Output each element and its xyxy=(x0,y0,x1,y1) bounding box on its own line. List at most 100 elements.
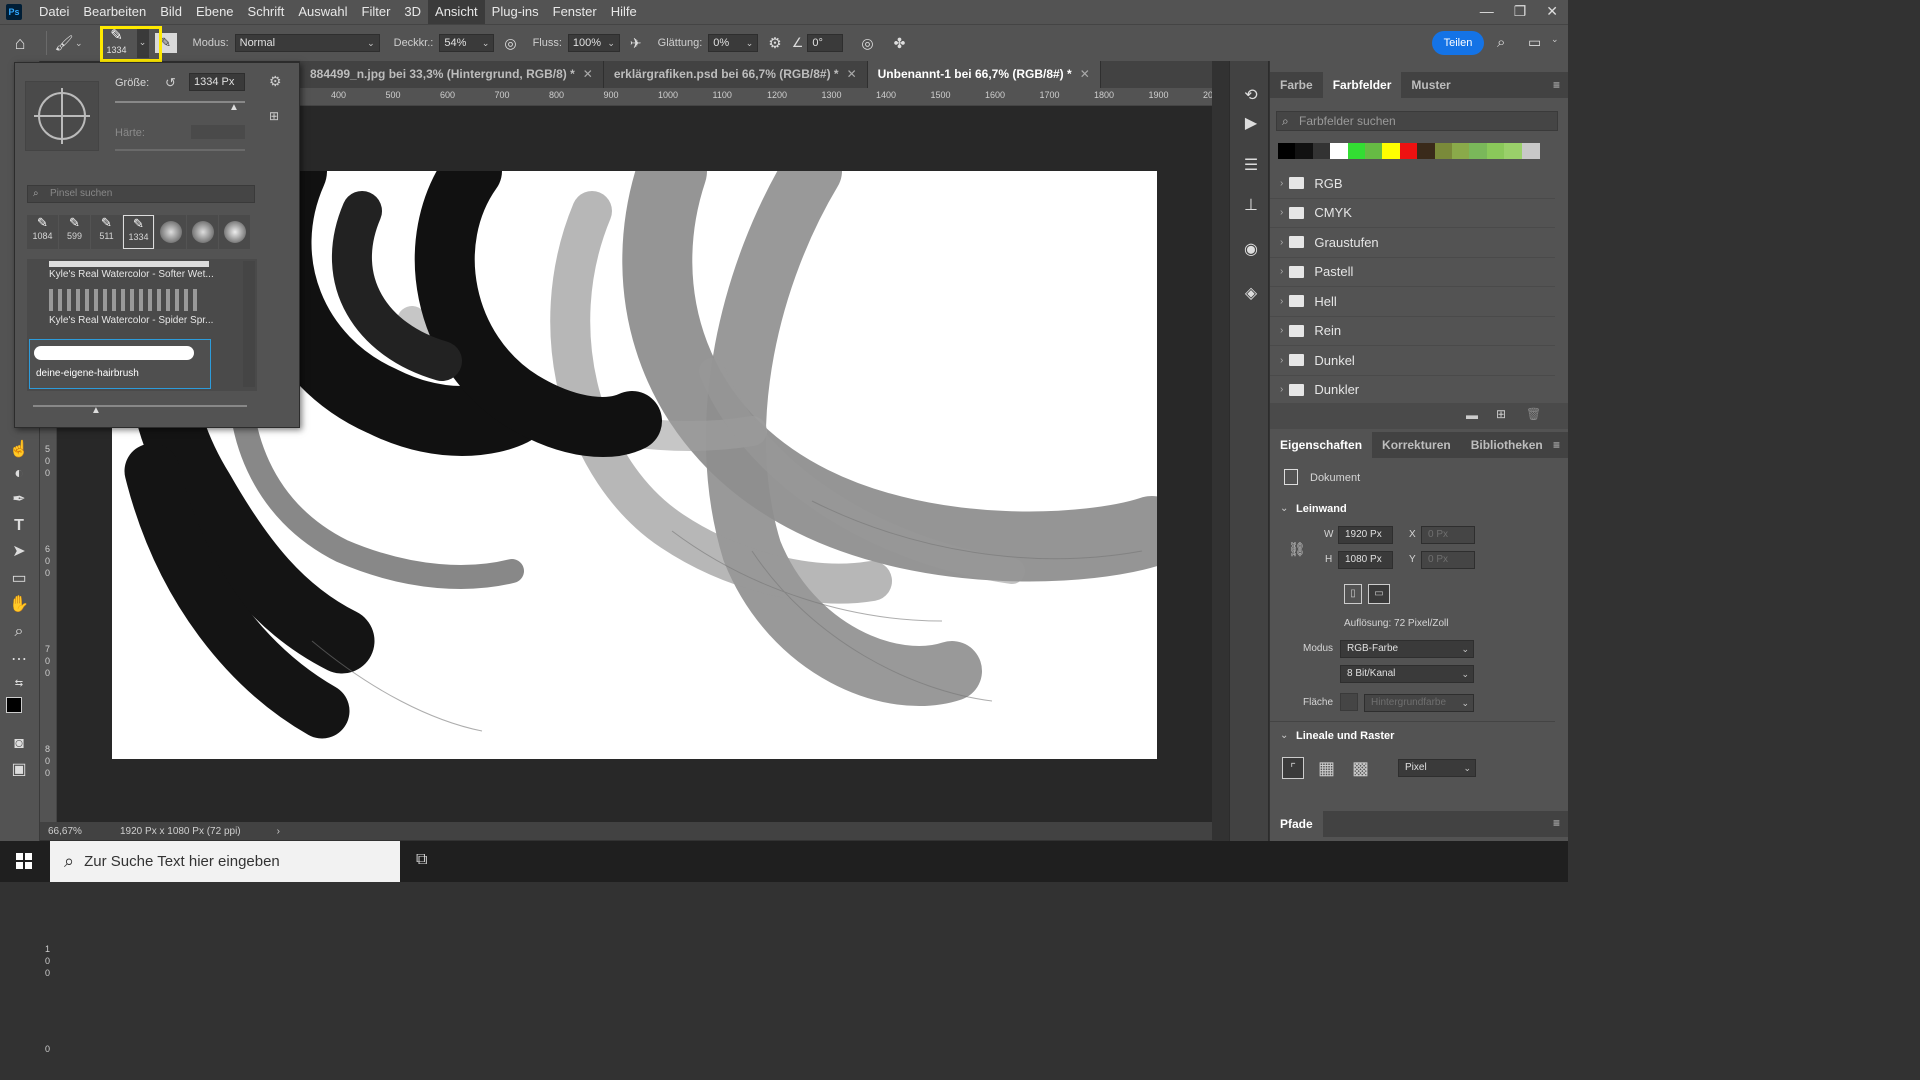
close-icon[interactable]: ✕ xyxy=(583,67,593,81)
recent-brush-3[interactable]: ✎ 511 xyxy=(91,215,122,249)
opacity-field[interactable]: 54% ⌄ xyxy=(439,34,495,52)
minimize-icon[interactable]: — xyxy=(1480,0,1494,22)
color-swatch[interactable] xyxy=(1330,143,1349,159)
width-field[interactable]: 1920 Px xyxy=(1338,526,1393,544)
preview-size-handle[interactable]: ▲ xyxy=(91,405,101,416)
brush-tool-icon[interactable]: 🖌 xyxy=(53,34,75,52)
type-tool-icon[interactable]: T xyxy=(8,515,30,537)
color-swatch[interactable] xyxy=(1521,143,1540,159)
share-button[interactable]: Teilen xyxy=(1432,31,1484,55)
link-icon[interactable]: ⛓ xyxy=(1288,541,1306,558)
rectangle-tool-icon[interactable]: ▭ xyxy=(8,568,30,590)
restore-icon[interactable]: ❐ xyxy=(1514,0,1527,22)
pressure-size-icon[interactable]: ◎ xyxy=(861,35,873,52)
clone-source-icon[interactable]: ⊥ xyxy=(1240,195,1262,217)
brush-angle-preview[interactable] xyxy=(25,81,99,151)
quick-mask-icon[interactable]: ◙ xyxy=(8,733,30,755)
zoom-tool-icon[interactable]: ⌕ xyxy=(8,621,30,643)
windows-start-icon[interactable] xyxy=(16,853,32,869)
color-swatch[interactable] xyxy=(1452,143,1470,159)
dodge-tool-icon[interactable]: ◐ xyxy=(8,463,30,485)
menu-hilfe[interactable]: Hilfe xyxy=(604,0,644,24)
ruler-icon[interactable]: ⌜ xyxy=(1282,757,1304,779)
menu-plugins[interactable]: Plug-ins xyxy=(485,0,546,24)
color-swatch[interactable] xyxy=(1469,143,1488,159)
modus-select[interactable]: Normal ⌄ xyxy=(234,34,380,52)
pixel-grid-icon[interactable]: ▩ xyxy=(1352,758,1369,779)
task-view-icon[interactable]: ⧉ xyxy=(416,851,427,869)
preview-size-slider[interactable] xyxy=(33,405,247,407)
color-swatch[interactable] xyxy=(1504,143,1523,159)
height-field[interactable]: 1080 Px xyxy=(1338,551,1393,569)
angle-field[interactable]: 0° xyxy=(807,34,844,52)
unit-select[interactable]: Pixel ⌄ xyxy=(1398,759,1476,777)
menu-ansicht[interactable]: Ansicht xyxy=(428,0,485,24)
tab-farbfelder[interactable]: Farbfelder xyxy=(1322,72,1402,98)
brush-list-item[interactable]: Kyle's Real Watercolor - Spider Spr... xyxy=(49,289,229,329)
more-tools-icon[interactable]: ⋯ xyxy=(8,649,30,671)
color-swatch[interactable] xyxy=(1382,143,1401,159)
recent-brush-4[interactable]: ✎ 1334 xyxy=(123,215,154,249)
trash-icon[interactable]: 🗑 xyxy=(1526,407,1541,421)
menu-bearbeiten[interactable]: Bearbeiten xyxy=(76,0,153,24)
tab-farbe[interactable]: Farbe xyxy=(1270,72,1323,98)
color-swatch[interactable] xyxy=(1347,143,1366,159)
workspace-chevron-icon[interactable]: ⌄ xyxy=(1551,34,1559,45)
recent-brush-5[interactable] xyxy=(155,215,186,249)
panel-menu-icon[interactable]: ≡ xyxy=(1553,816,1560,830)
menu-bild[interactable]: Bild xyxy=(153,0,189,24)
workspace-icon[interactable]: ▭ xyxy=(1528,34,1541,51)
new-swatch-icon[interactable]: ⊞ xyxy=(1496,407,1506,421)
smoothing-field[interactable]: 0% ⌄ xyxy=(708,34,759,52)
folder-rein[interactable]: › Rein xyxy=(1270,317,1555,346)
tab-bibliotheken[interactable]: Bibliotheken xyxy=(1461,432,1553,458)
recent-brush-2[interactable]: ✎ 599 xyxy=(59,215,90,249)
swatch-search-input[interactable]: ⌕ Farbfelder suchen xyxy=(1276,111,1558,131)
brush-list-item[interactable]: Kyle's Real Watercolor - Softer Wet... xyxy=(49,261,229,283)
color-swatch[interactable] xyxy=(1278,143,1296,159)
reset-icon[interactable]: ↺ xyxy=(165,75,176,91)
tab-muster[interactable]: Muster xyxy=(1401,72,1460,98)
menu-datei[interactable]: Datei xyxy=(32,0,76,24)
color-swatch[interactable] xyxy=(1365,143,1383,159)
menu-fenster[interactable]: Fenster xyxy=(546,0,604,24)
tab-eigenschaften[interactable]: Eigenschaften xyxy=(1270,432,1373,458)
hand-tool-icon[interactable]: ✋ xyxy=(8,594,30,616)
size-slider[interactable] xyxy=(115,101,245,103)
close-icon[interactable]: ✕ xyxy=(847,67,857,81)
symmetry-icon[interactable]: ✤ xyxy=(894,35,906,52)
gear-icon[interactable]: ⚙ xyxy=(768,34,781,52)
panel-menu-icon[interactable]: ≡ xyxy=(1553,438,1560,452)
taskbar-search-box[interactable]: ⌕ Zur Suche Text hier eingeben xyxy=(50,841,400,882)
folder-hell[interactable]: › Hell xyxy=(1270,287,1555,317)
tab-pfade[interactable]: Pfade xyxy=(1270,811,1323,837)
close-icon[interactable]: ✕ xyxy=(1546,0,1558,22)
color-swatch[interactable] xyxy=(1312,143,1331,159)
scrollbar[interactable] xyxy=(243,261,255,387)
size-field[interactable]: 1334 Px xyxy=(189,73,245,91)
close-icon[interactable]: ✕ xyxy=(1080,67,1090,81)
swap-colors-icon[interactable]: ⇆ xyxy=(8,673,30,695)
menu-schrift[interactable]: Schrift xyxy=(241,0,292,24)
color-swatch[interactable] xyxy=(1434,143,1453,159)
home-icon[interactable]: ⌂ xyxy=(0,33,40,54)
color-swatch[interactable] xyxy=(1486,143,1505,159)
color-swatch[interactable] xyxy=(1399,143,1418,159)
new-group-icon[interactable]: ▬ xyxy=(1466,408,1478,422)
chevron-right-icon[interactable]: › xyxy=(277,826,280,837)
rulers-grids-section-label[interactable]: Lineale und Raster xyxy=(1296,730,1394,742)
menu-ebene[interactable]: Ebene xyxy=(189,0,241,24)
folder-cmyk[interactable]: › CMYK xyxy=(1270,199,1555,228)
landscape-orientation-button[interactable]: ▭ xyxy=(1368,584,1390,604)
grid-icon[interactable]: ▦ xyxy=(1318,758,1335,779)
color-swatch[interactable] xyxy=(1417,143,1436,159)
screen-mode-icon[interactable]: ▣ xyxy=(8,759,30,781)
flow-field[interactable]: 100% ⌄ xyxy=(567,34,620,52)
layers-icon[interactable]: ◈ xyxy=(1240,283,1262,305)
menu-auswahl[interactable]: Auswahl xyxy=(291,0,354,24)
recent-brush-7[interactable] xyxy=(219,215,250,249)
adjustments-icon[interactable]: ☰ xyxy=(1240,155,1262,177)
folder-dunkel[interactable]: › Dunkel xyxy=(1270,346,1555,376)
menu-3d[interactable]: 3D xyxy=(397,0,428,24)
chevron-down-icon[interactable]: ⌄ xyxy=(75,38,83,49)
